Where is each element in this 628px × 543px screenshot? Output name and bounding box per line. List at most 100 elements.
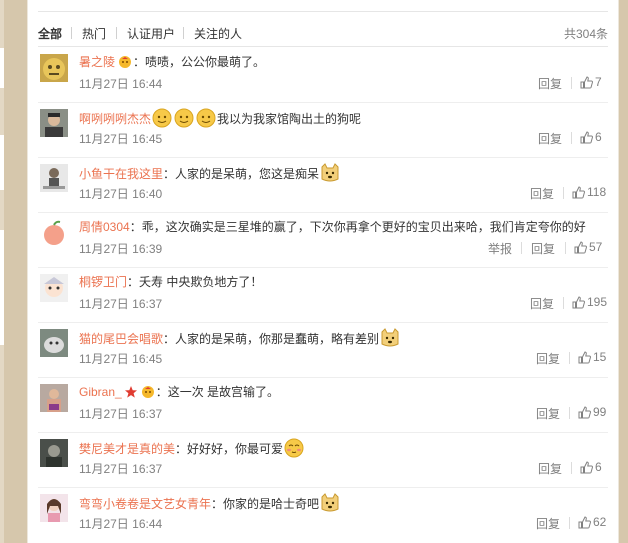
user-avatar[interactable] — [40, 494, 68, 522]
reply-button[interactable]: 回复 — [530, 185, 554, 202]
username-link[interactable]: 小鱼干在我这里 — [79, 167, 163, 181]
username-link[interactable]: 暑之陵 — [79, 55, 115, 69]
action-divider — [571, 77, 572, 89]
like-button[interactable]: 62 — [578, 515, 606, 532]
action-divider — [569, 407, 570, 419]
comment-text: ：你家的是哈士奇吧 — [211, 497, 320, 511]
like-button[interactable]: 99 — [578, 405, 606, 422]
username-link[interactable]: 弯弯小卷卷是文艺女青年 — [79, 497, 211, 511]
username-link[interactable]: Gibran_ — [79, 385, 122, 399]
tab-divider — [116, 27, 117, 39]
reply-button[interactable]: 回复 — [530, 295, 554, 312]
action-divider — [521, 242, 522, 254]
comments-panel: 全部 热门 认证用户 关注的人 共304条 暑之陵 ：啧啧，公公你最萌了。 11月… — [27, 0, 619, 543]
total-count: 共304条 — [563, 27, 608, 41]
comment-time: 11月27日 16:45 — [79, 132, 163, 146]
vip-badge-icon — [140, 385, 156, 404]
comment-item: 周倩0304：乖，这次确实是三星堆的赢了，下次你再拿个更好的宝贝出来哈，我们肯定… — [38, 213, 608, 268]
comment-item: 啊咧咧咧杰杰 我以为我家馆陶出土的狗呢 11月27日 16:45 回复 6 — [38, 103, 608, 158]
comment-text: ：这一次 是故宫输了。 — [155, 385, 280, 399]
comment-filter-tabs: 全部 热门 认证用户 关注的人 共304条 — [38, 25, 608, 41]
reply-button[interactable]: 回复 — [538, 75, 562, 92]
like-button[interactable]: 7 — [580, 75, 602, 92]
action-divider — [565, 242, 566, 254]
divider — [38, 11, 608, 12]
left-edge-panel — [0, 230, 4, 345]
action-divider — [569, 517, 570, 529]
like-count: 15 — [593, 350, 607, 364]
tab-hot[interactable]: 热门 — [82, 25, 106, 42]
like-button[interactable]: 195 — [572, 295, 607, 312]
user-avatar[interactable] — [40, 109, 68, 137]
comment-text: ：好好好，你最可爱 — [175, 442, 284, 456]
like-count: 6 — [595, 130, 602, 144]
reply-button[interactable]: 回复 — [536, 350, 560, 367]
comment-time: 11月27日 16:37 — [79, 297, 163, 311]
like-button[interactable]: 15 — [578, 350, 606, 367]
like-button[interactable]: 6 — [580, 460, 602, 477]
action-divider — [563, 297, 564, 309]
comment-text: ：乖，这次确实是三星堆的赢了，下次你再拿个更好的宝贝出来哈，我们肯定夸你的好 — [129, 220, 586, 234]
user-avatar[interactable] — [40, 439, 68, 467]
emoji-icon — [195, 108, 217, 133]
user-avatar[interactable] — [40, 274, 68, 302]
reply-button[interactable]: 回复 — [538, 130, 562, 147]
comment-time: 11月27日 16:40 — [79, 187, 163, 201]
like-button[interactable]: 57 — [574, 240, 602, 257]
comment-time: 11月27日 16:37 — [79, 462, 163, 476]
reply-button[interactable]: 回复 — [531, 240, 555, 257]
username-link[interactable]: 猫的尾巴会唱歌 — [79, 332, 163, 346]
comment-text: ：夭寿 中央欺负地方了！ — [127, 275, 263, 289]
tab-all[interactable]: 全部 — [38, 25, 62, 42]
tab-verified-users[interactable]: 认证用户 — [127, 25, 175, 42]
action-divider — [563, 187, 564, 199]
reply-button[interactable]: 回复 — [536, 515, 560, 532]
doge-emoji-icon — [319, 163, 341, 188]
comment-time: 11月27日 16:37 — [79, 407, 163, 421]
like-button[interactable]: 6 — [580, 130, 602, 147]
star-badge-icon — [124, 385, 138, 404]
thumbs-up-icon — [580, 461, 593, 477]
doge-emoji-icon — [379, 328, 401, 353]
vip-badge-icon — [117, 55, 133, 74]
action-divider — [569, 352, 570, 364]
tab-following[interactable]: 关注的人 — [194, 25, 242, 42]
thumbs-up-icon — [578, 406, 591, 422]
user-avatar[interactable] — [40, 54, 68, 82]
username-link[interactable]: 桐锣卫门 — [79, 275, 127, 289]
like-count: 195 — [587, 295, 608, 309]
comment-item: 暑之陵 ：啧啧，公公你最萌了。 11月27日 16:44 回复 7 — [38, 48, 608, 103]
comment-item: 小鱼干在我这里：人家的是呆萌，您这是痴呆 11月27日 16:40 回复 118 — [38, 158, 608, 213]
thumbs-up-icon — [580, 131, 593, 147]
thumbs-up-icon — [580, 76, 593, 92]
reply-button[interactable]: 回复 — [538, 460, 562, 477]
comment-time: 11月27日 16:44 — [79, 77, 163, 91]
username-link[interactable]: 周倩0304 — [79, 220, 130, 234]
username-link[interactable]: 樊尼美才是真的美 — [79, 442, 175, 456]
like-count: 57 — [589, 240, 603, 254]
like-button[interactable]: 118 — [572, 185, 606, 202]
like-count: 99 — [593, 405, 607, 419]
tab-divider — [71, 27, 72, 39]
comment-text: ：人家的是呆萌，您这是痴呆 — [163, 167, 320, 181]
thumbs-up-icon — [572, 186, 585, 202]
comment-time: 11月27日 16:39 — [79, 242, 163, 256]
comment-text: 我以为我家馆陶出土的狗呢 — [217, 112, 362, 126]
emoji-icon — [173, 108, 195, 133]
thumbs-up-icon — [574, 241, 587, 257]
doge-emoji-icon — [319, 493, 341, 518]
reply-button[interactable]: 回复 — [536, 405, 560, 422]
shy-emoji-icon — [283, 438, 305, 463]
comment-item: Gibran_ ：这一次 是故宫输了。 11月27日 16:37 回复 99 — [38, 378, 608, 433]
comment-text: ：人家的是呆萌，你那是蠢萌，略有差别 — [163, 332, 380, 346]
comment-item: 桐锣卫门：夭寿 中央欺负地方了！ 11月27日 16:37 回复 195 — [38, 268, 608, 323]
thumbs-up-icon — [578, 516, 591, 532]
user-avatar[interactable] — [40, 384, 68, 412]
user-avatar[interactable] — [40, 164, 68, 192]
user-avatar[interactable] — [40, 219, 68, 247]
comment-item: 弯弯小卷卷是文艺女青年：你家的是哈士奇吧 11月27日 16:44 回复 62 — [38, 488, 608, 543]
report-button[interactable]: 举报 — [488, 240, 512, 257]
user-avatar[interactable] — [40, 329, 68, 357]
username-link[interactable]: 啊咧咧咧杰杰 — [79, 112, 151, 126]
left-edge-panel — [0, 48, 4, 88]
